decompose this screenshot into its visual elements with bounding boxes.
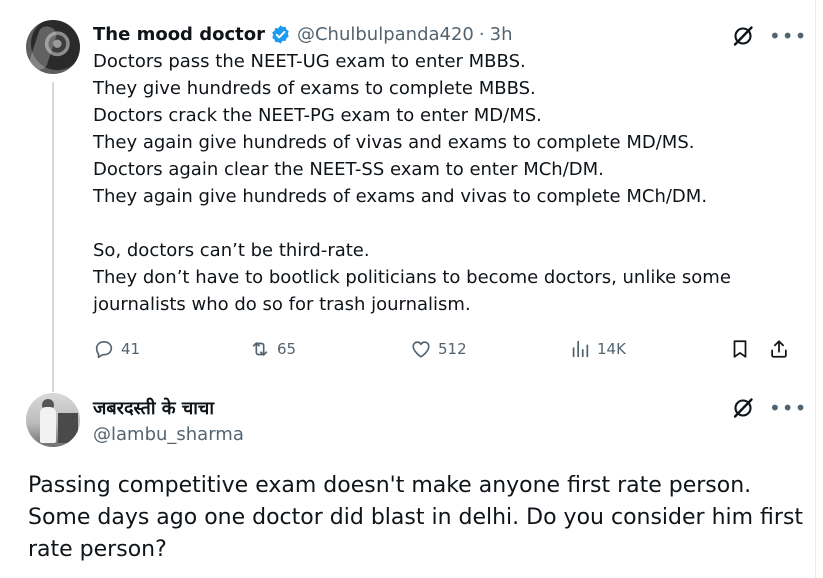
repost-icon bbox=[252, 342, 268, 356]
tweet-header: The mood doctor @Chulbulpanda420 · 3h bbox=[93, 21, 513, 47]
reply-author-display-name[interactable]: जबरदस्ती के चाचा bbox=[93, 396, 214, 420]
reply-author-avatar[interactable] bbox=[26, 393, 80, 447]
reply-icon bbox=[95, 341, 113, 359]
separator-dot: · bbox=[478, 23, 485, 45]
tweet-action-bar: 41 65 512 14K bbox=[93, 338, 793, 364]
reply-author-handle[interactable]: @lambu_sharma bbox=[93, 424, 244, 445]
paragraph-break bbox=[93, 210, 793, 237]
author-avatar[interactable] bbox=[26, 20, 80, 74]
tweet-text-line: They again give hundreds of vivas and ex… bbox=[93, 132, 695, 153]
reply-top-actions: ••• bbox=[731, 396, 807, 420]
like-icon bbox=[412, 341, 430, 358]
grok-icon[interactable] bbox=[731, 396, 755, 420]
reply-text-line: rate person? bbox=[28, 537, 167, 562]
like-button[interactable]: 512 bbox=[410, 338, 467, 360]
more-icon[interactable]: ••• bbox=[769, 26, 807, 46]
tweet-text-line: Doctors pass the NEET-UG exam to enter M… bbox=[93, 51, 526, 72]
more-icon[interactable]: ••• bbox=[769, 398, 807, 418]
repost-count: 65 bbox=[277, 340, 297, 358]
tweet-text-line: They don’t have to bootlick politicians … bbox=[93, 267, 731, 288]
tweet-top-actions: ••• bbox=[731, 24, 807, 48]
timeline: The mood doctor @Chulbulpanda420 · 3h ••… bbox=[0, 0, 823, 578]
verified-badge-icon bbox=[272, 24, 289, 44]
like-count: 512 bbox=[438, 340, 467, 358]
author-display-name[interactable]: The mood doctor bbox=[93, 24, 265, 45]
tweet-text-line: Doctors crack the NEET-PG exam to enter … bbox=[93, 105, 542, 126]
tweet-text-line: journalists who do so for trash journali… bbox=[93, 294, 471, 315]
reply-button[interactable]: 41 bbox=[93, 338, 140, 360]
views-count: 14K bbox=[597, 340, 626, 358]
reply-count: 41 bbox=[121, 340, 141, 358]
reply-text-line: Some days ago one doctor did blast in de… bbox=[28, 505, 804, 530]
tweet-text: Doctors pass the NEET-UG exam to enter M… bbox=[93, 48, 793, 318]
share-button[interactable] bbox=[768, 338, 790, 360]
bookmark-icon bbox=[733, 340, 747, 358]
tweet[interactable]: The mood doctor @Chulbulpanda420 · 3h ••… bbox=[0, 0, 815, 392]
views-icon bbox=[572, 340, 589, 358]
author-handle[interactable]: @Chulbulpanda420 bbox=[297, 24, 474, 45]
tweet-timestamp[interactable]: 3h bbox=[490, 24, 513, 45]
grok-icon[interactable] bbox=[731, 24, 755, 48]
tweet-text-line: So, doctors can’t be third-rate. bbox=[93, 240, 370, 261]
views-button[interactable]: 14K bbox=[569, 338, 626, 360]
bookmark-button[interactable] bbox=[729, 338, 751, 360]
share-icon bbox=[771, 340, 787, 358]
tweet-text-line: They give hundreds of exams to complete … bbox=[93, 78, 536, 99]
repost-button[interactable]: 65 bbox=[249, 338, 296, 360]
thread-line bbox=[52, 82, 54, 392]
reply-text: Passing competitive exam doesn't make an… bbox=[28, 470, 804, 566]
column-border bbox=[815, 0, 816, 578]
tweet-text-line: They again give hundreds of exams and vi… bbox=[93, 186, 708, 207]
tweet-text-line: Doctors again clear the NEET-SS exam to … bbox=[93, 159, 604, 180]
reply-text-line: Passing competitive exam doesn't make an… bbox=[28, 473, 752, 498]
